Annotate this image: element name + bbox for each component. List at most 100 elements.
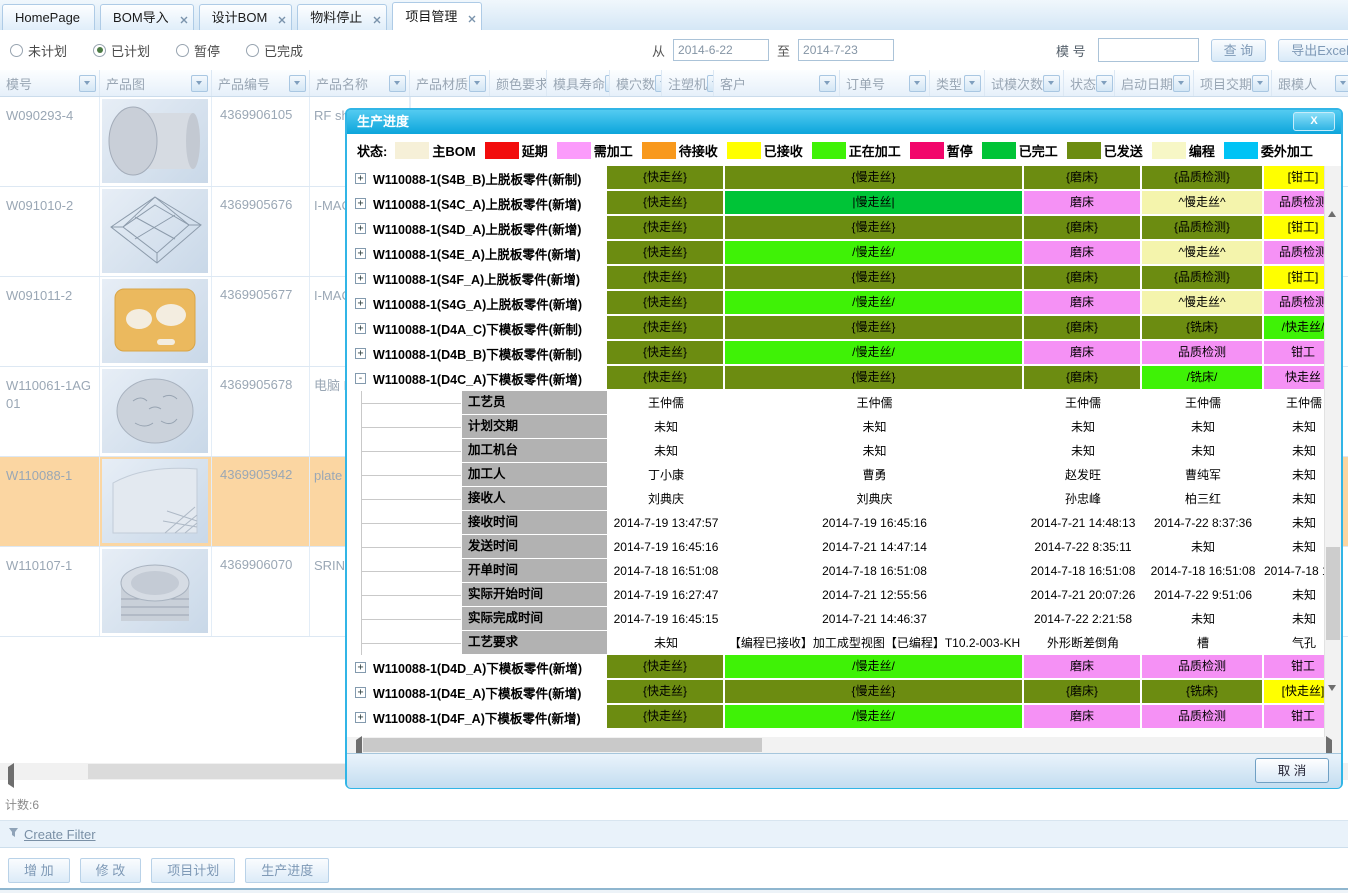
date-from-input[interactable] xyxy=(673,39,769,61)
tab-bom-import[interactable]: BOM导入 xyxy=(100,4,194,30)
filter-dropdown-icon[interactable] xyxy=(79,75,96,92)
radio-finished[interactable]: 已完成 xyxy=(246,41,303,60)
tab-design-bom[interactable]: 设计BOM xyxy=(199,4,293,30)
modify-button[interactable]: 修 改 xyxy=(80,858,142,883)
legend-item: 已完工 xyxy=(982,141,1067,160)
add-button[interactable]: 增 加 xyxy=(8,858,70,883)
product-image xyxy=(102,549,208,633)
cancel-button[interactable]: 取 消 xyxy=(1255,758,1329,783)
tab-label: 项目管理 xyxy=(405,9,457,24)
product-no-cell: 4369906105 xyxy=(212,97,310,186)
process-status-cell: 快走丝 xyxy=(1264,366,1324,391)
filter-dropdown-icon[interactable] xyxy=(289,75,306,92)
process-status-cell: {慢走丝} xyxy=(725,366,1024,391)
scroll-left-icon[interactable] xyxy=(4,767,14,785)
radio-planned[interactable]: 已计划 xyxy=(93,41,150,60)
filter-dropdown-icon[interactable] xyxy=(1043,75,1060,92)
close-icon[interactable] xyxy=(180,8,189,17)
filter-dropdown-icon[interactable] xyxy=(707,75,714,92)
scroll-up-icon[interactable] xyxy=(1328,194,1336,212)
tab-project-management[interactable]: 项目管理 xyxy=(392,2,482,30)
detail-value: 2014-7-19 16:45:16 xyxy=(725,511,1024,535)
filter-dropdown-icon[interactable] xyxy=(389,75,406,92)
process-status-cell: [快走丝] xyxy=(1264,680,1324,705)
legend-label: 主BOM xyxy=(432,141,475,160)
close-icon[interactable] xyxy=(468,6,477,15)
detail-value: 2014-7-18 16:51:08 xyxy=(1024,559,1142,583)
column-header: 订单号 xyxy=(840,70,930,96)
dialog-horizontal-scrollbar[interactable] xyxy=(347,737,1341,753)
scroll-down-icon[interactable] xyxy=(1328,691,1336,709)
query-button[interactable]: 查 询 xyxy=(1211,39,1267,62)
filter-dropdown-icon[interactable] xyxy=(191,75,208,92)
filter-dropdown-icon[interactable] xyxy=(964,75,981,92)
mold-input[interactable] xyxy=(1098,38,1199,62)
filter-dropdown-icon[interactable] xyxy=(469,75,486,92)
process-status-cell: {快走丝} xyxy=(607,241,725,266)
detail-value: 【编程已接收】加工成型视图【已编程】T10.2-003-KH xyxy=(725,631,1024,655)
tab-homepage[interactable]: HomePage xyxy=(2,4,95,30)
tab-label: BOM导入 xyxy=(113,10,169,25)
detail-value: 未知 xyxy=(607,631,725,655)
legend-label: 延期 xyxy=(522,141,548,160)
dialog-title: 生产进度 xyxy=(357,114,409,129)
tab-material-stop[interactable]: 物料停止 xyxy=(297,4,387,30)
filter-dropdown-icon[interactable] xyxy=(1173,75,1190,92)
column-header: 试模次数 xyxy=(985,70,1064,96)
round-container-part-image xyxy=(105,551,205,631)
detail-value: 未知 xyxy=(1264,415,1324,439)
radio-paused[interactable]: 暂停 xyxy=(176,41,220,60)
close-icon[interactable] xyxy=(373,8,382,17)
expand-toggle-icon[interactable]: + xyxy=(355,198,366,209)
process-row: + W110088-1(S4G_A)上脱板零件(新增) {快走丝}/慢走丝/磨床… xyxy=(347,291,1324,316)
filter-dropdown-icon[interactable] xyxy=(909,75,926,92)
part-label: W110088-1(D4F_A)下模板零件(新增) xyxy=(373,708,581,727)
legend-item: 已接收 xyxy=(727,141,812,160)
date-to-input[interactable] xyxy=(798,39,894,61)
column-header-label: 产品编号 xyxy=(218,74,270,93)
expand-toggle-icon[interactable]: + xyxy=(355,323,366,334)
filter-dropdown-icon[interactable] xyxy=(1096,75,1113,92)
table-header-row: 模号 产品图 产品编号 产品名称 产品材质 颜色要求 模具寿命 模穴数 注塑机 … xyxy=(0,70,1348,97)
production-progress-button[interactable]: 生产进度 xyxy=(245,858,329,883)
radio-label: 暂停 xyxy=(194,41,220,60)
legend-swatch xyxy=(727,142,761,159)
mold-cell: W110088-1 xyxy=(0,457,100,546)
product-image xyxy=(102,189,208,273)
expand-toggle-icon[interactable]: + xyxy=(355,712,366,723)
detail-value: 未知 xyxy=(1264,487,1324,511)
process-status-cell: {铣床} xyxy=(1142,680,1264,705)
filter-dropdown-icon[interactable] xyxy=(1252,75,1269,92)
scrollbar-thumb[interactable] xyxy=(363,738,762,752)
expand-toggle-icon[interactable]: + xyxy=(355,173,366,184)
process-row: + W110088-1(D4F_A)下模板零件(新增) {快走丝}/慢走丝/磨床… xyxy=(347,705,1324,730)
expand-toggle-icon[interactable]: + xyxy=(355,223,366,234)
scrollbar-thumb[interactable] xyxy=(1326,547,1340,640)
legend-swatch xyxy=(642,142,676,159)
filter-dropdown-icon[interactable] xyxy=(1335,75,1348,92)
expand-toggle-icon[interactable]: + xyxy=(355,687,366,698)
expand-toggle-icon[interactable]: + xyxy=(355,273,366,284)
expand-toggle-icon[interactable]: + xyxy=(355,348,366,359)
create-filter-link[interactable]: Create Filter xyxy=(24,827,96,842)
project-plan-button[interactable]: 项目计划 xyxy=(151,858,235,883)
detail-label: 加工人 xyxy=(462,463,607,487)
from-label: 从 xyxy=(652,41,665,60)
column-header: 注塑机 xyxy=(662,70,714,96)
radio-label: 未计划 xyxy=(28,41,67,60)
expand-toggle-icon[interactable]: + xyxy=(355,662,366,673)
dialog-vertical-scrollbar[interactable] xyxy=(1324,166,1341,737)
radio-unplanned[interactable]: 未计划 xyxy=(10,41,67,60)
dialog-close-button[interactable]: X xyxy=(1293,112,1335,131)
detail-value: 未知 xyxy=(1264,463,1324,487)
column-header: 启动日期 xyxy=(1115,70,1194,96)
expand-toggle-icon[interactable]: + xyxy=(355,248,366,259)
filter-dropdown-icon[interactable] xyxy=(819,75,836,92)
detail-value: 王仲儒 xyxy=(607,391,725,415)
filter-dropdown-icon[interactable] xyxy=(655,75,662,92)
expand-toggle-icon[interactable]: + xyxy=(355,298,366,309)
close-icon[interactable] xyxy=(278,8,287,17)
export-excel-button[interactable]: 导出Excel xyxy=(1278,39,1348,62)
detail-row: 实际完成时间 2014-7-19 16:45:152014-7-21 14:46… xyxy=(347,607,1324,631)
expand-toggle-icon[interactable]: - xyxy=(355,373,366,384)
